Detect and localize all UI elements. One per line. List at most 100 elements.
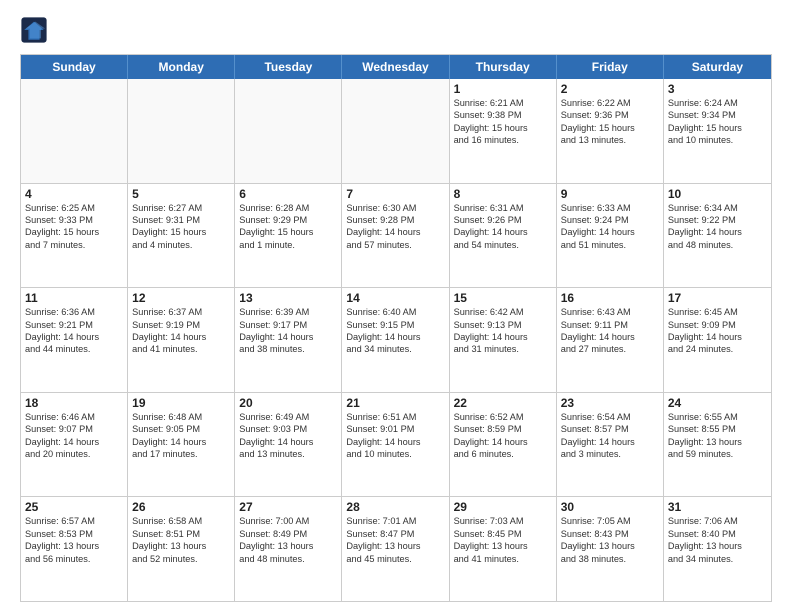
day-number: 8 (454, 187, 552, 201)
cell-info-line: Daylight: 14 hours (561, 436, 659, 448)
cell-info-line: Daylight: 14 hours (25, 436, 123, 448)
day-number: 7 (346, 187, 444, 201)
day-number: 25 (25, 500, 123, 514)
cell-info-line: Daylight: 15 hours (454, 122, 552, 134)
cell-info-line: Sunset: 9:09 PM (668, 319, 767, 331)
calendar-cell: 21Sunrise: 6:51 AMSunset: 9:01 PMDayligh… (342, 393, 449, 497)
cell-info-line: Sunset: 9:22 PM (668, 214, 767, 226)
cell-info-line: and 27 minutes. (561, 343, 659, 355)
cell-info-line: Sunrise: 6:30 AM (346, 202, 444, 214)
calendar-body: 1Sunrise: 6:21 AMSunset: 9:38 PMDaylight… (21, 79, 771, 601)
cell-info-line: Sunset: 9:28 PM (346, 214, 444, 226)
calendar-cell: 17Sunrise: 6:45 AMSunset: 9:09 PMDayligh… (664, 288, 771, 392)
calendar-cell: 7Sunrise: 6:30 AMSunset: 9:28 PMDaylight… (342, 184, 449, 288)
day-number: 27 (239, 500, 337, 514)
day-number: 17 (668, 291, 767, 305)
cell-info-line: and 51 minutes. (561, 239, 659, 251)
cell-info-line: Sunset: 8:49 PM (239, 528, 337, 540)
cell-info-line: Sunset: 9:36 PM (561, 109, 659, 121)
day-number: 24 (668, 396, 767, 410)
cell-info-line: Daylight: 13 hours (239, 540, 337, 552)
calendar-row-4: 25Sunrise: 6:57 AMSunset: 8:53 PMDayligh… (21, 496, 771, 601)
cell-info-line: and 54 minutes. (454, 239, 552, 251)
cell-info-line: Sunrise: 6:24 AM (668, 97, 767, 109)
weekday-header-sunday: Sunday (21, 55, 128, 79)
cell-info-line: Sunset: 9:15 PM (346, 319, 444, 331)
weekday-header-monday: Monday (128, 55, 235, 79)
cell-info-line: and 4 minutes. (132, 239, 230, 251)
cell-info-line: Sunrise: 6:42 AM (454, 306, 552, 318)
day-number: 23 (561, 396, 659, 410)
calendar-cell (342, 79, 449, 183)
calendar-row-0: 1Sunrise: 6:21 AMSunset: 9:38 PMDaylight… (21, 79, 771, 183)
header (20, 16, 772, 44)
day-number: 10 (668, 187, 767, 201)
page: SundayMondayTuesdayWednesdayThursdayFrid… (0, 0, 792, 612)
day-number: 12 (132, 291, 230, 305)
day-number: 5 (132, 187, 230, 201)
cell-info-line: Sunset: 9:34 PM (668, 109, 767, 121)
calendar-cell: 14Sunrise: 6:40 AMSunset: 9:15 PMDayligh… (342, 288, 449, 392)
cell-info-line: Sunrise: 6:45 AM (668, 306, 767, 318)
cell-info-line: Sunrise: 7:00 AM (239, 515, 337, 527)
calendar-cell: 4Sunrise: 6:25 AMSunset: 9:33 PMDaylight… (21, 184, 128, 288)
cell-info-line: Sunrise: 6:43 AM (561, 306, 659, 318)
cell-info-line: and 41 minutes. (454, 553, 552, 565)
cell-info-line: Sunset: 8:47 PM (346, 528, 444, 540)
cell-info-line: Sunrise: 6:40 AM (346, 306, 444, 318)
calendar-cell (235, 79, 342, 183)
cell-info-line: Daylight: 14 hours (346, 436, 444, 448)
day-number: 4 (25, 187, 123, 201)
cell-info-line: Daylight: 14 hours (561, 331, 659, 343)
cell-info-line: and 57 minutes. (346, 239, 444, 251)
cell-info-line: Sunrise: 6:55 AM (668, 411, 767, 423)
cell-info-line: Sunrise: 7:06 AM (668, 515, 767, 527)
cell-info-line: Daylight: 13 hours (454, 540, 552, 552)
cell-info-line: Sunrise: 6:46 AM (25, 411, 123, 423)
cell-info-line: Sunset: 9:19 PM (132, 319, 230, 331)
cell-info-line: Daylight: 14 hours (132, 436, 230, 448)
calendar-cell: 30Sunrise: 7:05 AMSunset: 8:43 PMDayligh… (557, 497, 664, 601)
cell-info-line: and 34 minutes. (346, 343, 444, 355)
calendar-cell: 16Sunrise: 6:43 AMSunset: 9:11 PMDayligh… (557, 288, 664, 392)
cell-info-line: Daylight: 15 hours (25, 226, 123, 238)
cell-info-line: Daylight: 14 hours (561, 226, 659, 238)
cell-info-line: Sunrise: 6:54 AM (561, 411, 659, 423)
cell-info-line: Sunrise: 7:03 AM (454, 515, 552, 527)
cell-info-line: and 44 minutes. (25, 343, 123, 355)
cell-info-line: and 20 minutes. (25, 448, 123, 460)
cell-info-line: Sunrise: 6:34 AM (668, 202, 767, 214)
cell-info-line: Daylight: 15 hours (561, 122, 659, 134)
cell-info-line: Daylight: 15 hours (668, 122, 767, 134)
calendar-cell: 9Sunrise: 6:33 AMSunset: 9:24 PMDaylight… (557, 184, 664, 288)
cell-info-line: and 17 minutes. (132, 448, 230, 460)
calendar-header: SundayMondayTuesdayWednesdayThursdayFrid… (21, 55, 771, 79)
day-number: 9 (561, 187, 659, 201)
cell-info-line: Sunrise: 6:21 AM (454, 97, 552, 109)
cell-info-line: Daylight: 13 hours (346, 540, 444, 552)
calendar-cell: 25Sunrise: 6:57 AMSunset: 8:53 PMDayligh… (21, 497, 128, 601)
cell-info-line: Sunset: 9:24 PM (561, 214, 659, 226)
day-number: 15 (454, 291, 552, 305)
cell-info-line: and 38 minutes. (239, 343, 337, 355)
calendar-cell: 19Sunrise: 6:48 AMSunset: 9:05 PMDayligh… (128, 393, 235, 497)
cell-info-line: Sunset: 8:59 PM (454, 423, 552, 435)
weekday-header-wednesday: Wednesday (342, 55, 449, 79)
cell-info-line: Sunrise: 6:28 AM (239, 202, 337, 214)
calendar-row-2: 11Sunrise: 6:36 AMSunset: 9:21 PMDayligh… (21, 287, 771, 392)
cell-info-line: and 48 minutes. (668, 239, 767, 251)
cell-info-line: Sunrise: 6:52 AM (454, 411, 552, 423)
cell-info-line: Daylight: 14 hours (25, 331, 123, 343)
cell-info-line: Sunrise: 6:51 AM (346, 411, 444, 423)
cell-info-line: Sunrise: 6:49 AM (239, 411, 337, 423)
cell-info-line: Daylight: 13 hours (561, 540, 659, 552)
day-number: 3 (668, 82, 767, 96)
cell-info-line: Sunrise: 6:39 AM (239, 306, 337, 318)
calendar-cell: 29Sunrise: 7:03 AMSunset: 8:45 PMDayligh… (450, 497, 557, 601)
cell-info-line: Daylight: 14 hours (668, 226, 767, 238)
calendar-cell: 3Sunrise: 6:24 AMSunset: 9:34 PMDaylight… (664, 79, 771, 183)
day-number: 1 (454, 82, 552, 96)
cell-info-line: Sunset: 9:05 PM (132, 423, 230, 435)
calendar-cell: 2Sunrise: 6:22 AMSunset: 9:36 PMDaylight… (557, 79, 664, 183)
cell-info-line: Daylight: 14 hours (346, 226, 444, 238)
